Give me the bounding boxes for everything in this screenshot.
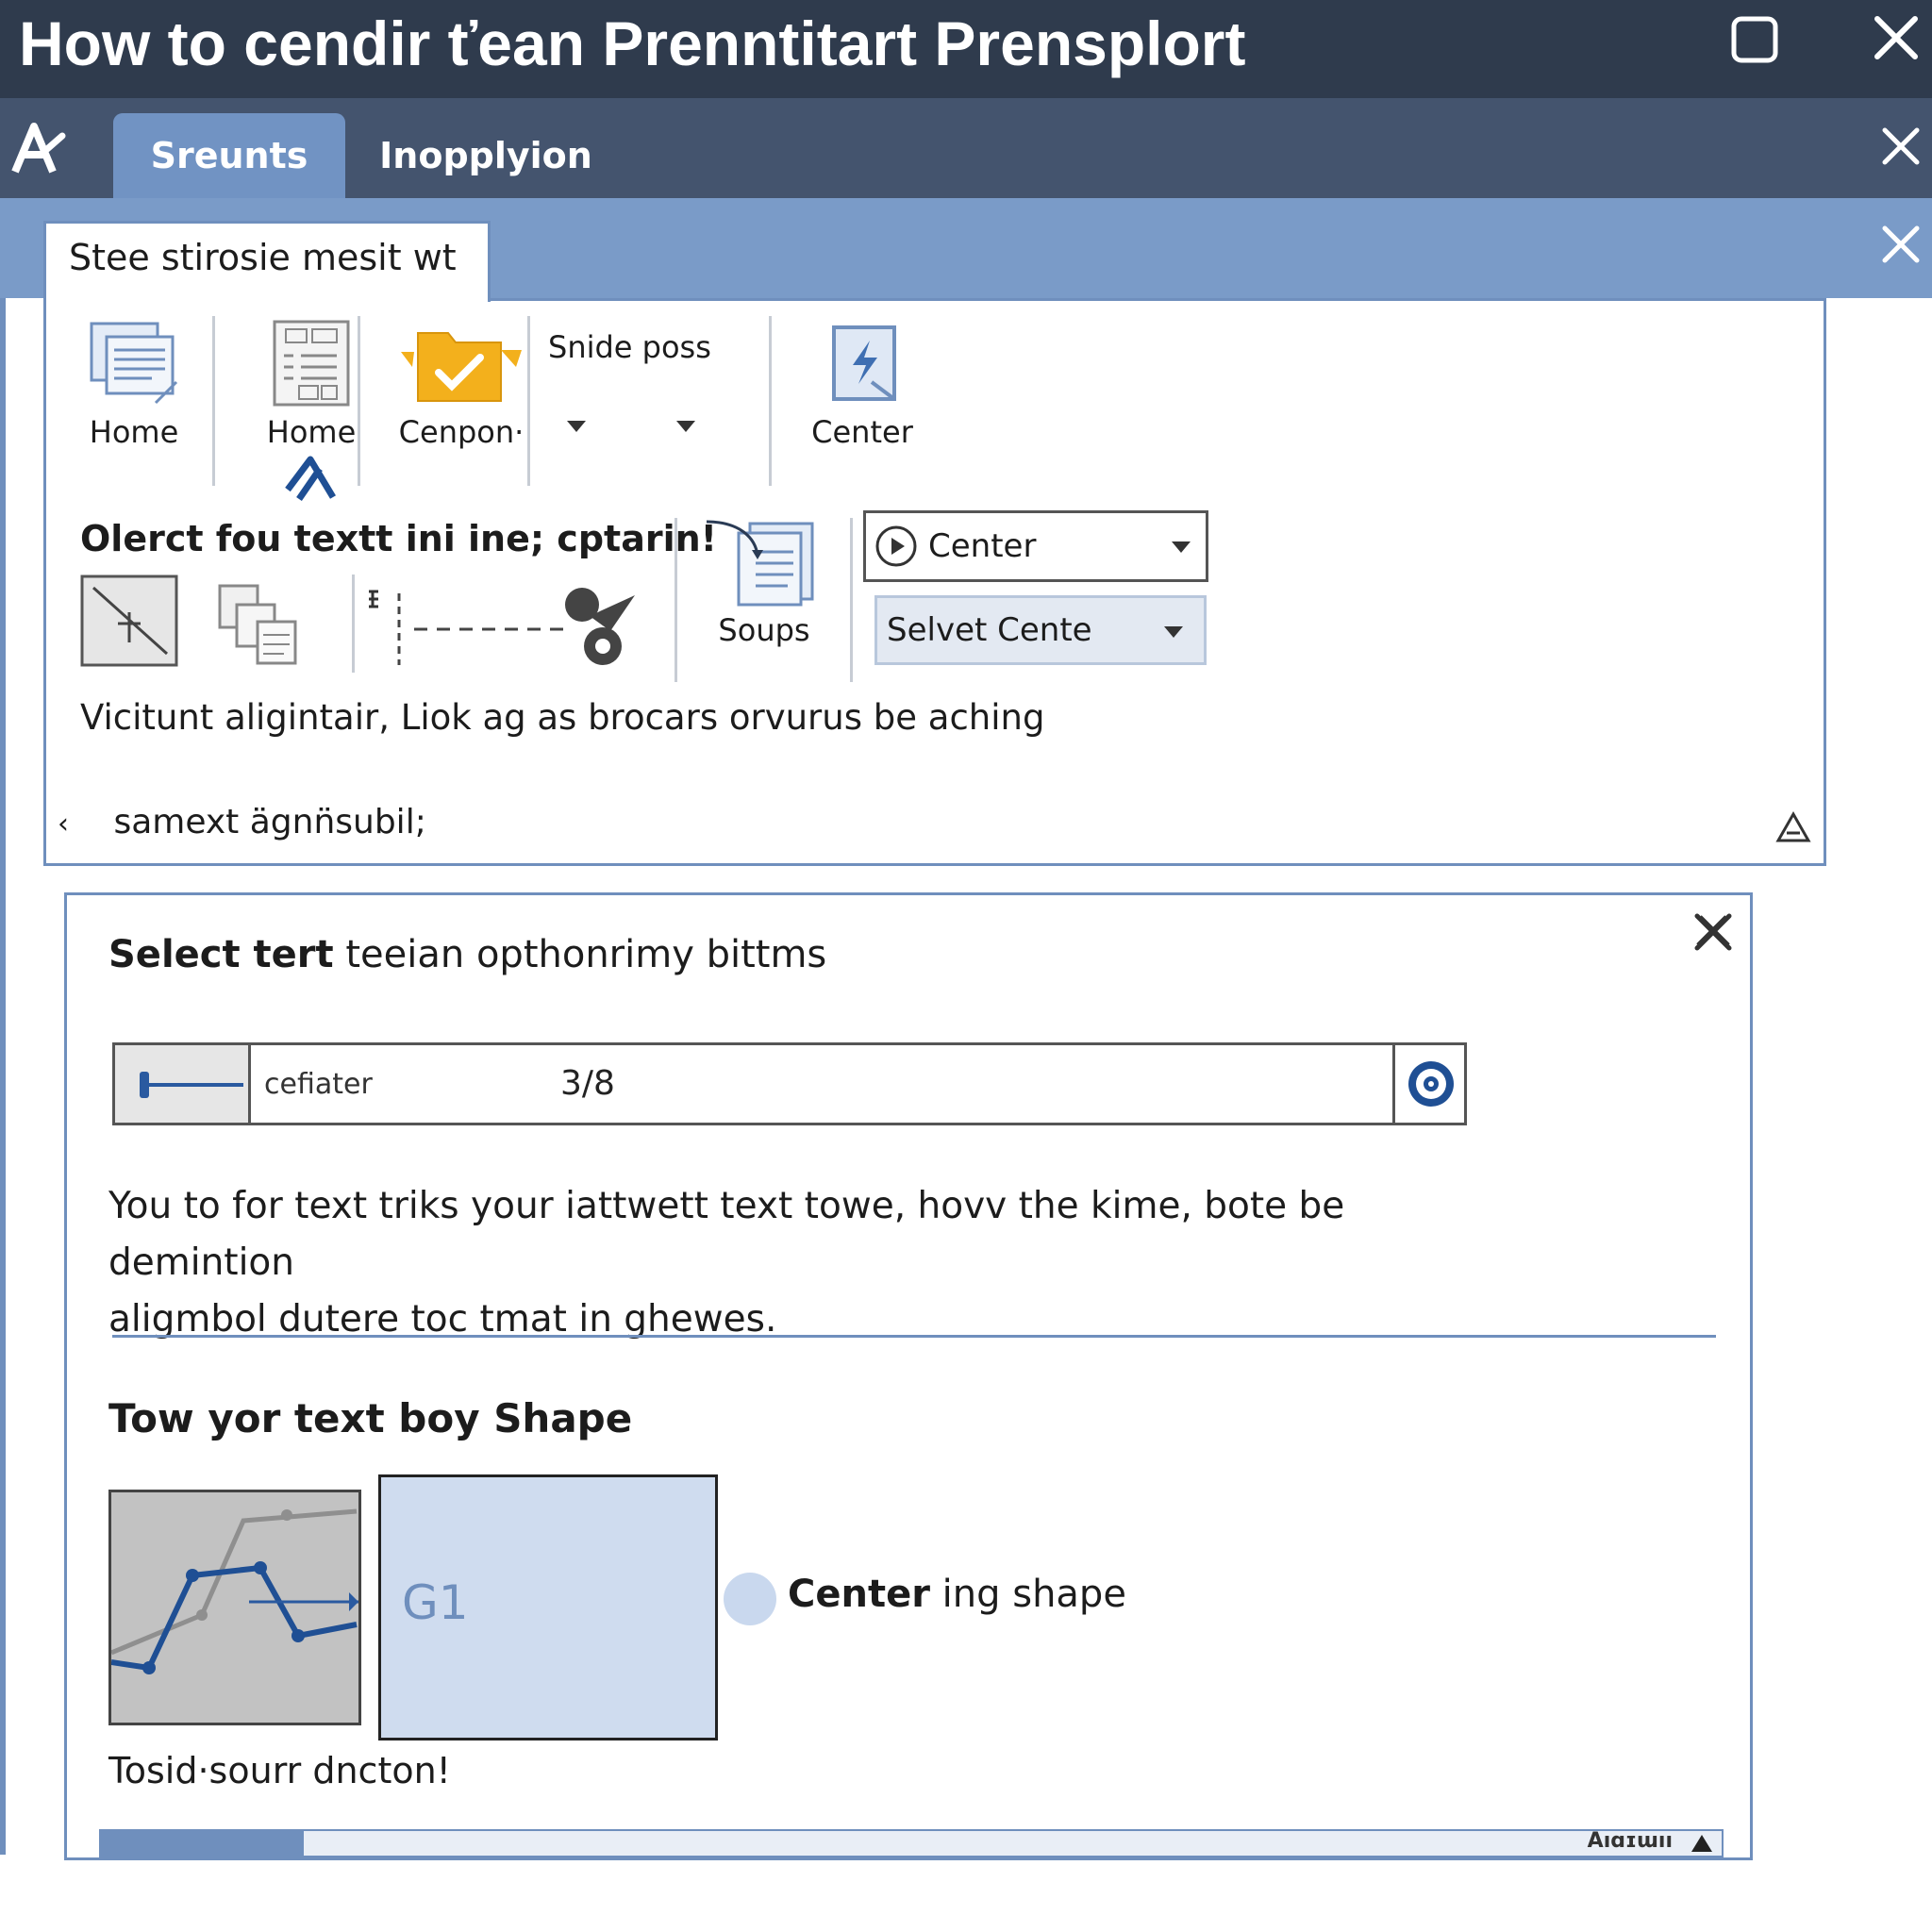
close-tab-icon[interactable] [1879, 125, 1923, 168]
input-value[interactable]: 3/8 [560, 1064, 615, 1103]
chevron-down-icon [1164, 626, 1183, 638]
app-logo-icon [11, 123, 66, 174]
separator [527, 316, 530, 486]
progress-fill [101, 1831, 304, 1856]
home-tool-label: Home [89, 414, 179, 450]
separator [675, 518, 677, 682]
title-bar: How to cendir ťean Prenntitart Prensplor… [0, 0, 1932, 98]
progress-bar[interactable]: Aıɑɪɯıı [99, 1829, 1724, 1857]
close-icon[interactable] [1868, 9, 1924, 66]
separator [212, 316, 215, 486]
section-heading: Tow yor text boy Shape [108, 1395, 633, 1441]
soups-label: Soups [718, 612, 810, 648]
group-heading: Olerct fou textt ini ine; cptarin! [80, 518, 717, 559]
dialog-body-line: You to for text triks your iattwett text… [108, 1185, 1345, 1284]
center-value-input[interactable]: cefiater 3/8 [112, 1042, 1467, 1125]
progress-label: Aıɑɪɯıı [1587, 1829, 1673, 1853]
chevron-down-icon [1172, 541, 1191, 553]
dialog-note: Tosid·sourr dncton! [108, 1750, 451, 1791]
play-circle-icon [875, 525, 917, 567]
shape-label: G1 [402, 1575, 469, 1630]
tab-sreunts[interactable]: Sreunts [113, 113, 345, 198]
select-center-dropdown[interactable]: Selvet Cente [874, 595, 1207, 665]
warning-triangle-icon[interactable] [1774, 810, 1812, 844]
divider [112, 1335, 1716, 1338]
soups-tool-button[interactable]: Soups [693, 514, 835, 648]
close-dialog-icon[interactable] [1691, 910, 1735, 954]
line-chart-thumbnail-icon [110, 1508, 358, 1674]
text-shape-box[interactable]: G1 [378, 1474, 718, 1740]
chevron-left-icon[interactable]: ‹ [58, 808, 86, 841]
home-tool-button[interactable]: Home [67, 316, 201, 450]
slider-icon [140, 1072, 243, 1098]
separator [769, 316, 772, 486]
dialog-heading-bold: Select tert [108, 933, 334, 976]
input-label: cefiater [264, 1068, 373, 1101]
dialog-heading: Select tert teeian opthonrimy bittms [108, 933, 826, 976]
snide-poss-tool[interactable]: Snide poss [541, 329, 805, 432]
chart-thumbnail[interactable] [108, 1490, 361, 1725]
snide-poss-label: Snide poss [548, 329, 711, 365]
dialog-body: You to for text triks your iattwett text… [108, 1178, 1467, 1348]
restore-icon[interactable] [1726, 11, 1783, 68]
document-lines-icon [90, 322, 178, 405]
separator [850, 518, 853, 682]
chevron-down-icon[interactable] [676, 418, 695, 436]
shape-radio[interactable] [724, 1573, 776, 1625]
pages-arrow-icon [706, 520, 814, 607]
ribbon-footer-text: samext ägnn̈subil; [113, 803, 426, 841]
target-button[interactable] [1392, 1045, 1464, 1123]
scissors-icon[interactable] [554, 578, 644, 669]
tab-inopplyion[interactable]: Inopplyion [368, 113, 604, 198]
text-cursor-guide-icon[interactable] [367, 584, 575, 671]
ribbon-tab-label: Stee stirosie mesit wt [69, 237, 457, 278]
separator [358, 316, 360, 486]
close-ribbon-icon[interactable] [1879, 223, 1923, 266]
shape-caption: Center ing shape [788, 1573, 1126, 1616]
ribbon-tab[interactable]: Stee stirosie mesit wt [43, 221, 491, 302]
dialog-panel: Select tert teeian opthonrimy bittms cef… [64, 892, 1753, 1860]
shape-caption-bold: Center [788, 1573, 930, 1616]
ribbon-footer: ‹ samext ägnn̈subil; [58, 803, 426, 841]
ribbon-panel: Home Home Cenpon· Snide poss Center Oler… [43, 298, 1826, 866]
ribbon-description: Vicitunt aligintair, Liok ag as brocars … [80, 697, 1045, 738]
triangle-up-icon[interactable] [1691, 1835, 1712, 1852]
center-dropdown[interactable]: Center [863, 510, 1208, 582]
center-tool-button[interactable]: Center [791, 316, 933, 450]
dialog-body-line: aligmbol dutere toc tmat in ghewes. [108, 1298, 777, 1341]
dialog-heading-rest: teeian opthonrimy bittms [333, 933, 827, 976]
lightning-page-icon [832, 325, 896, 401]
folder-check-icon [401, 332, 522, 402]
separator [352, 575, 355, 673]
copy-pages-icon[interactable] [212, 580, 303, 667]
target-icon [1408, 1061, 1454, 1107]
window-title: How to cendir ťean Prenntitart Prensplor… [19, 8, 1246, 78]
slider-handle[interactable] [115, 1045, 251, 1123]
cursor-logo-icon [285, 456, 337, 501]
select-center-value: Selvet Cente [887, 611, 1092, 649]
shape-caption-rest: ing shape [929, 1573, 1126, 1616]
center-tool-label: Center [811, 414, 913, 450]
center-dropdown-value: Center [928, 527, 1037, 565]
chevron-down-icon[interactable] [567, 418, 586, 436]
form-layout-icon [273, 320, 350, 407]
tab-bar: Sreunts Inopplyion [0, 98, 1932, 198]
clear-format-icon[interactable] [80, 575, 178, 667]
left-rule [0, 298, 6, 1855]
